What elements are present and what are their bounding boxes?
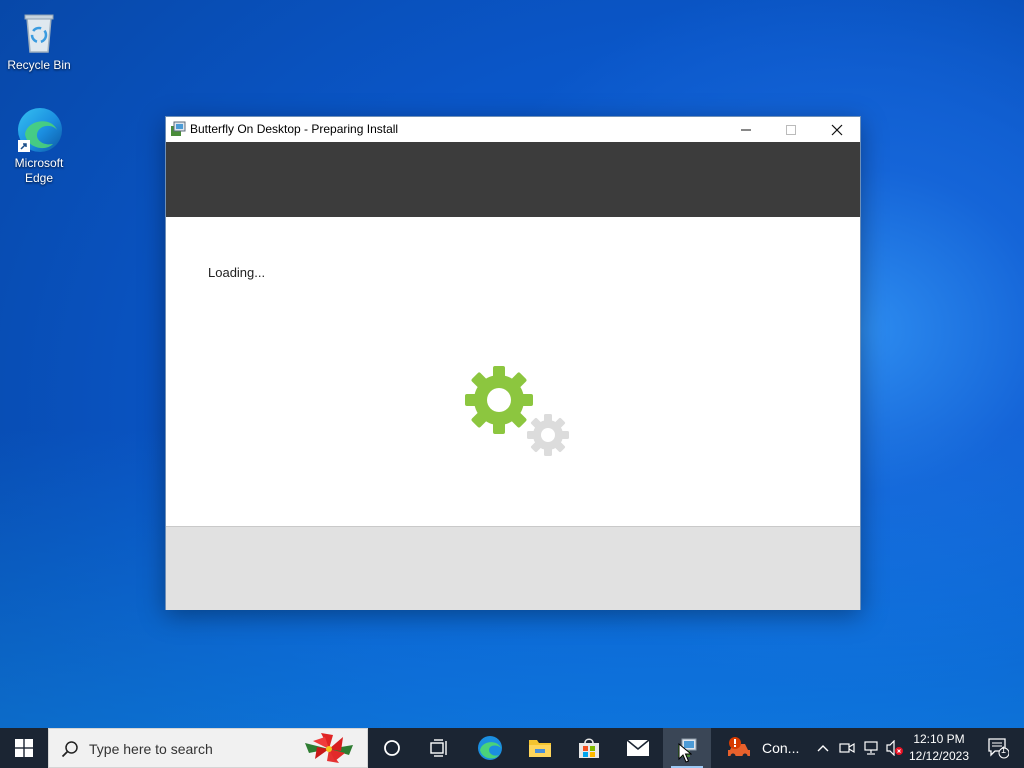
show-hidden-icons-button[interactable] [812, 728, 834, 768]
task-view-icon [430, 739, 447, 757]
loading-gears [461, 362, 581, 462]
title-bar[interactable]: Butterfly On Desktop - Preparing Install [166, 117, 860, 142]
chevron-up-icon [817, 745, 829, 752]
folder-icon [529, 740, 551, 757]
close-icon [831, 124, 843, 135]
desktop-icon-label: Recycle Bin [7, 58, 71, 72]
volume-button[interactable] [884, 728, 906, 768]
meet-now-icon [839, 742, 855, 754]
desktop-icon-label: Microsoft Edge [14, 156, 64, 185]
mouse-cursor-icon [678, 743, 692, 763]
running-app-label: Con... [762, 740, 800, 756]
desktop-icon-recycle-bin[interactable]: Recycle Bin [1, 8, 77, 73]
search-icon [61, 741, 78, 758]
task-view-button[interactable] [416, 728, 464, 768]
cortana-circle-icon [384, 740, 400, 756]
footer-band [166, 526, 860, 610]
content-area: Loading... [166, 217, 860, 526]
taskbar-installer-app[interactable] [663, 728, 711, 768]
taskbar-file-explorer[interactable] [516, 728, 564, 768]
clock-date: 12/12/2023 [908, 749, 970, 763]
desktop: Recycle Bin Microsoft Edge Butterfly On … [0, 0, 1024, 728]
installer-window: Butterfly On Desktop - Preparing Install… [165, 116, 861, 610]
taskbar-edge[interactable] [466, 728, 514, 768]
meet-now-button[interactable] [836, 728, 858, 768]
mail-icon [626, 739, 650, 756]
network-icon [864, 741, 878, 755]
notification-count: 1 [1001, 745, 1007, 755]
maximize-button[interactable] [768, 117, 814, 142]
clock-time: 12:10 PM [913, 732, 965, 746]
poinsettia-icon [305, 733, 353, 763]
action-center-button[interactable]: 1 [978, 728, 1018, 768]
volume-muted-icon [886, 740, 903, 756]
taskbar-search[interactable]: Type here to search [48, 728, 368, 768]
close-button[interactable] [814, 117, 860, 142]
recycle-bin-icon [15, 8, 63, 56]
status-text: Loading... [208, 265, 266, 280]
window-title: Butterfly On Desktop - Preparing Install [190, 122, 399, 136]
taskbar: Type here to search Con... 12:10 PM 12/1… [0, 728, 1024, 768]
store-bag-icon [579, 738, 599, 758]
cortana-button[interactable] [368, 728, 416, 768]
start-button[interactable] [0, 728, 48, 768]
edge-icon [15, 106, 63, 154]
taskbar-mail[interactable] [614, 728, 662, 768]
taskbar-store[interactable] [565, 728, 613, 768]
taskbar-running-app[interactable]: Con... [726, 728, 806, 768]
windows-logo-icon [15, 739, 33, 757]
search-placeholder: Type here to search [89, 741, 213, 757]
edge-icon [478, 736, 502, 760]
taskbar-clock[interactable]: 12:10 PM 12/12/2023 [905, 731, 973, 765]
maximize-icon [786, 124, 796, 135]
gear-gray-icon [527, 414, 569, 456]
minimize-icon [741, 129, 751, 130]
installer-app-icon [170, 121, 186, 137]
desktop-icon-edge[interactable]: Microsoft Edge [1, 106, 77, 186]
header-band [166, 142, 860, 217]
gear-green-icon [465, 366, 533, 434]
minimize-button[interactable] [723, 117, 769, 142]
network-button[interactable] [860, 728, 882, 768]
car-warning-icon [728, 737, 750, 759]
